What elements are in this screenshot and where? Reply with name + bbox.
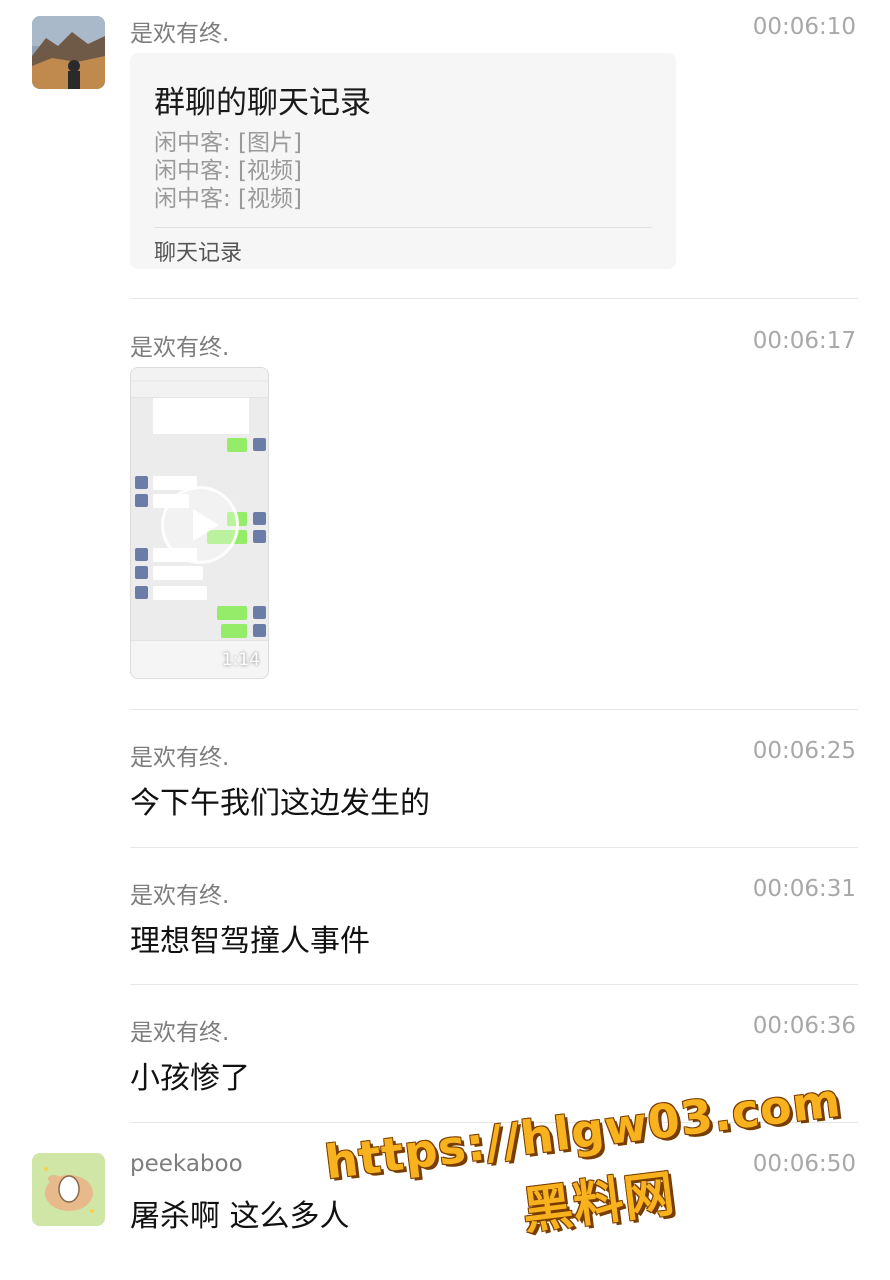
video-bubble <box>217 606 247 620</box>
message-item: 是欢有终. 00:06:31 理想智驾撞人事件 <box>0 848 890 986</box>
message-time: 00:06:50 <box>752 1151 856 1177</box>
chat-record-card[interactable]: 群聊的聊天记录 闲中客: [图片] 闲中客: [视频] 闲中客: [视频] 聊天… <box>130 53 676 269</box>
message-time: 00:06:31 <box>752 876 856 902</box>
video-bubble <box>227 438 247 452</box>
chat-record-title: 群聊的聊天记录 <box>154 85 371 121</box>
video-avatar <box>253 530 266 543</box>
message-time: 00:06:10 <box>752 14 856 40</box>
message-item: 是欢有终. 00:06:10 群聊的聊天记录 闲中客: [图片] 闲中客: [视… <box>0 0 890 300</box>
video-avatar <box>253 606 266 619</box>
message-time: 00:06:25 <box>752 738 856 764</box>
message-divider <box>130 298 858 299</box>
video-duration: 1:14 <box>221 650 260 670</box>
message-time: 00:06:36 <box>752 1013 856 1039</box>
video-avatar <box>135 548 148 561</box>
video-status-bar <box>131 368 268 380</box>
video-avatar <box>135 494 148 507</box>
sender-name: 是欢有终. <box>130 21 230 47</box>
video-chat-header <box>131 382 268 398</box>
chat-record-line: 闲中客: [视频] <box>154 186 303 212</box>
sender-name: 是欢有终. <box>130 883 230 909</box>
message-text: 小孩惨了 <box>130 1061 250 1096</box>
message-time: 00:06:17 <box>752 328 856 354</box>
sender-name: peekaboo <box>130 1151 243 1177</box>
video-avatar <box>135 586 148 599</box>
video-avatar <box>253 512 266 525</box>
play-icon[interactable] <box>161 486 239 564</box>
video-avatar <box>253 624 266 637</box>
sender-name: 是欢有终. <box>130 1020 230 1046</box>
message-text: 屠杀啊 这么多人 <box>130 1199 350 1234</box>
video-bubble <box>153 566 203 580</box>
sender-name: 是欢有终. <box>130 335 230 361</box>
avatar[interactable] <box>32 1153 105 1226</box>
video-avatar <box>253 438 266 451</box>
message-text: 理想智驾撞人事件 <box>130 924 370 959</box>
video-bubble <box>153 586 207 600</box>
chat-record-footer: 聊天记录 <box>154 241 243 266</box>
video-avatar <box>135 566 148 579</box>
video-record-card <box>153 398 249 434</box>
sender-name: 是欢有终. <box>130 745 230 771</box>
video-thumbnail[interactable]: 1:14 <box>130 367 269 679</box>
video-bubble <box>221 624 247 638</box>
message-text: 今下午我们这边发生的 <box>130 786 430 821</box>
card-divider <box>154 227 652 228</box>
video-avatar <box>135 476 148 489</box>
message-item: 是欢有终. 00:06:25 今下午我们这边发生的 <box>0 710 890 848</box>
avatar[interactable] <box>32 16 105 89</box>
